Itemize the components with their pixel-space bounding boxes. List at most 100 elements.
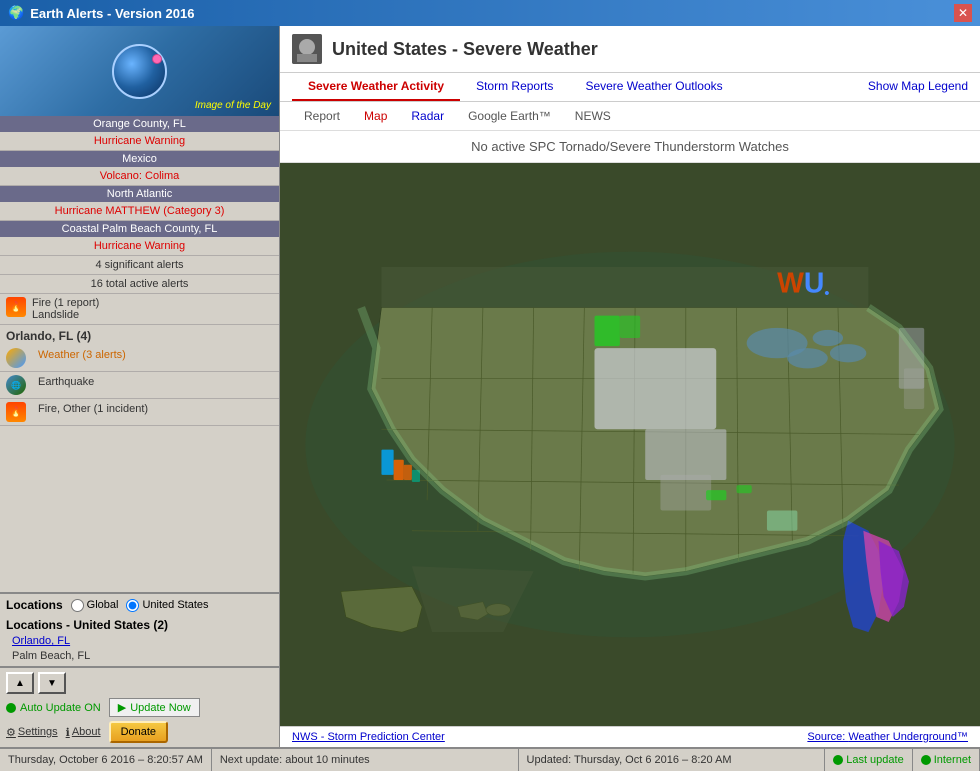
update-row: Auto Update ON ▶ Update Now <box>6 698 273 717</box>
orlando-location-link[interactable]: Orlando, FL <box>6 634 273 648</box>
image-of-day-label: Image of the Day <box>195 100 271 111</box>
map-container: WU• <box>280 163 980 726</box>
us-label: United States <box>142 599 208 611</box>
status-last-update: Last update <box>825 749 913 771</box>
settings-label: Settings <box>18 726 58 738</box>
status-bar: Thursday, October 6 2016 – 8:20:57 AM Ne… <box>0 747 980 771</box>
gear-icon: ⚙ <box>6 726 16 739</box>
orlando-earthquake-text: Earthquake <box>32 375 100 389</box>
app-icon: 🌍 <box>8 5 24 21</box>
alert-list: Orange County, FL Hurricane Warning Mexi… <box>0 116 279 592</box>
subnav-google-earth[interactable]: Google Earth™ <box>456 106 563 126</box>
subnav-report[interactable]: Report <box>292 106 352 126</box>
total-alerts-count[interactable]: 16 total active alerts <box>6 278 273 290</box>
last-update-label: Last update <box>846 754 904 766</box>
locations-title: Locations - United States (2) <box>6 616 273 634</box>
locations-tabs: Locations Global United States <box>6 598 273 612</box>
update-now-label: Update Now <box>130 702 191 714</box>
orlando-location-name: Orlando, FL (4) <box>0 325 279 345</box>
updated-text: Updated: Thursday, Oct 6 2016 – 8:20 AM <box>527 754 732 766</box>
nws-link[interactable]: NWS - Storm Prediction Center <box>292 731 445 743</box>
internet-dot <box>921 755 931 765</box>
subnav-news[interactable]: NEWS <box>563 106 623 126</box>
about-button[interactable]: ℹ About <box>66 726 101 739</box>
status-updated: Updated: Thursday, Oct 6 2016 – 8:20 AM <box>519 749 826 771</box>
settings-button[interactable]: ⚙ Settings <box>6 726 58 739</box>
volcano-colima[interactable]: Volcano: Colima <box>6 170 273 182</box>
fire-icon: 🔥 <box>6 297 26 317</box>
alert-header-palm-beach: Coastal Palm Beach County, FL <box>0 221 279 237</box>
locations-section: Locations Global United States Locations… <box>0 592 279 666</box>
earthquake-icon: 🌐 <box>6 375 26 395</box>
last-update-indicator: Last update <box>833 754 904 766</box>
weather-icon <box>6 348 26 368</box>
orlando-weather-item[interactable]: Weather (3 alerts) <box>0 345 279 372</box>
orlando-fire-text: Fire, Other (1 incident) <box>32 402 154 416</box>
right-header-title: United States - Severe Weather <box>332 39 598 60</box>
auto-update-status: Auto Update ON <box>6 702 101 714</box>
weather-underground-link[interactable]: Weather Underground™ <box>848 731 968 743</box>
app-title: Earth Alerts - Version 2016 <box>30 6 194 21</box>
source-label: Source: <box>807 731 848 743</box>
scroll-arrows: ▲ ▼ <box>6 672 273 694</box>
info-icon: ℹ <box>66 726 70 739</box>
global-radio[interactable]: Global <box>71 599 119 612</box>
globe-area: Image of the Day <box>0 26 279 116</box>
fire-other-icon: 🔥 <box>6 402 26 422</box>
bottom-controls: ▲ ▼ Auto Update ON ▶ Update Now ⚙ Settin… <box>0 666 279 747</box>
weather-header-icon <box>292 34 322 64</box>
subnav-radar[interactable]: Radar <box>399 106 456 126</box>
next-update-text: Next update: about 10 minutes <box>220 754 370 766</box>
fire-landslide-text: Fire (1 report)Landslide <box>32 297 99 321</box>
tab-severe-weather-activity[interactable]: Severe Weather Activity <box>292 73 460 101</box>
status-internet: Internet <box>913 749 980 771</box>
internet-label: Internet <box>934 754 971 766</box>
globe-dot <box>152 54 162 64</box>
locations-tab-label: Locations <box>6 598 63 612</box>
tab-storm-reports[interactable]: Storm Reports <box>460 73 569 101</box>
internet-indicator: Internet <box>921 754 971 766</box>
alert-header-atlantic: North Atlantic <box>0 186 279 202</box>
hurricane-matthew[interactable]: Hurricane MATTHEW (Category 3) <box>6 205 273 217</box>
us-radio[interactable]: United States <box>126 599 208 612</box>
play-icon: ▶ <box>118 701 126 714</box>
about-label: About <box>72 726 101 738</box>
bottom-buttons: ⚙ Settings ℹ About Donate <box>6 721 273 743</box>
last-update-dot <box>833 755 843 765</box>
left-panel: Image of the Day Orange County, FL Hurri… <box>0 26 280 747</box>
datetime-text: Thursday, October 6 2016 – 8:20:57 AM <box>8 754 203 766</box>
footer-source: Source: Weather Underground™ <box>807 731 968 743</box>
fire-landslide-item: 🔥 Fire (1 report)Landslide <box>0 294 279 325</box>
right-header: United States - Severe Weather <box>280 26 980 73</box>
alert-header-mexico: Mexico <box>0 151 279 167</box>
show-map-legend-link[interactable]: Show Map Legend <box>868 73 968 101</box>
right-panel: United States - Severe Weather Severe We… <box>280 26 980 747</box>
globe-icon <box>112 44 167 99</box>
us-radio-input[interactable] <box>126 599 139 612</box>
global-radio-input[interactable] <box>71 599 84 612</box>
status-datetime: Thursday, October 6 2016 – 8:20:57 AM <box>0 749 212 771</box>
title-bar: 🌍 Earth Alerts - Version 2016 ✕ <box>0 0 980 26</box>
map-notice: No active SPC Tornado/Severe Thunderstor… <box>280 131 980 163</box>
scroll-up-button[interactable]: ▲ <box>6 672 34 694</box>
orlando-earthquake-item: 🌐 Earthquake <box>0 372 279 399</box>
nav-tabs: Severe Weather Activity Storm Reports Se… <box>280 73 980 102</box>
subnav-map[interactable]: Map <box>352 106 399 126</box>
alert-header-orange: Orange County, FL <box>0 116 279 132</box>
significant-alerts-count[interactable]: 4 significant alerts <box>6 259 273 271</box>
orlando-weather-text: Weather (3 alerts) <box>32 348 132 362</box>
sub-nav: Report Map Radar Google Earth™ NEWS <box>280 102 980 131</box>
hurricane-warning-orange[interactable]: Hurricane Warning <box>6 135 273 147</box>
donate-button[interactable]: Donate <box>109 721 168 743</box>
scroll-down-button[interactable]: ▼ <box>38 672 66 694</box>
tab-severe-weather-outlooks[interactable]: Severe Weather Outlooks <box>569 73 738 101</box>
global-label: Global <box>87 599 119 611</box>
svg-text:WU•: WU• <box>777 267 829 301</box>
close-button[interactable]: ✕ <box>954 4 972 22</box>
hurricane-warning-palm[interactable]: Hurricane Warning <box>6 240 273 252</box>
orlando-fire-item: 🔥 Fire, Other (1 incident) <box>0 399 279 426</box>
right-footer: NWS - Storm Prediction Center Source: We… <box>280 726 980 747</box>
status-next-update: Next update: about 10 minutes <box>212 749 519 771</box>
update-now-button[interactable]: ▶ Update Now <box>109 698 200 717</box>
palm-beach-location: Palm Beach, FL <box>6 649 96 663</box>
